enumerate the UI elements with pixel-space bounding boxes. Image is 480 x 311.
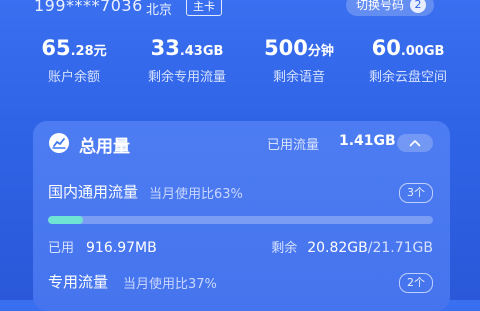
balance-stats: 65.28元 账户余额 33.43GB 剩余专用流量 500分钟 剩余语音 60… — [0, 36, 480, 100]
domestic-remain-value: 20.82GB — [307, 240, 368, 256]
dedicated-data-ratio: 当月使用比37% — [123, 277, 217, 292]
stat-label: 剩余云盘空间 — [368, 70, 447, 85]
stat-label: 剩余专用流量 — [147, 70, 226, 85]
domestic-data-title: 国内通用流量 — [48, 183, 139, 201]
switch-number-label: 切换号码 — [356, 0, 405, 12]
domestic-data-progress-fill — [48, 216, 83, 224]
domestic-total-value: /21.71GB — [367, 240, 433, 256]
collapse-button[interactable] — [397, 134, 433, 152]
domestic-used-value: 916.97MB — [86, 240, 157, 256]
usage-card: 总用量 已用流量 1.41GB 国内通用流量 当月使用比63% 3个 已用 916… — [33, 121, 450, 311]
stat-label: 剩余语音 — [272, 70, 325, 85]
domestic-remain-label: 剩余 — [271, 241, 298, 256]
stat-dedicated-data[interactable]: 33.43GB 剩余专用流量 — [132, 36, 242, 85]
chevron-up-icon — [409, 140, 421, 147]
stat-label: 账户余额 — [47, 70, 100, 85]
cloud-chart-icon — [49, 133, 69, 153]
domestic-used-row: 已用 916.97MB — [48, 237, 157, 256]
domestic-data-ratio: 当月使用比63% — [149, 187, 243, 202]
region-label: 北京 — [146, 3, 173, 18]
switch-number-button[interactable]: 切换号码 2 — [346, 0, 435, 16]
used-data-label: 已用流量 — [267, 138, 320, 153]
domestic-remain-row: 剩余 20.82GB/21.71GB — [271, 237, 433, 256]
used-data-value: 1.41GB — [339, 133, 396, 149]
stat-value: 33.43GB — [150, 36, 224, 60]
domestic-used-label: 已用 — [48, 241, 75, 256]
stat-value: 60.00GB — [371, 36, 445, 60]
domestic-data-progress — [48, 216, 433, 224]
phone-number: 199****7036 — [34, 0, 143, 15]
stat-account-balance[interactable]: 65.28元 账户余额 — [32, 36, 116, 85]
domestic-package-count[interactable]: 3个 — [399, 183, 433, 203]
account-header: 199****7036 北京 主卡 切换号码 2 — [0, 0, 480, 30]
stat-cloud-storage[interactable]: 60.00GB 剩余云盘空间 — [352, 36, 464, 85]
primary-card-badge: 主卡 — [186, 0, 222, 16]
switch-number-count: 2 — [410, 0, 427, 13]
dedicated-package-count[interactable]: 2个 — [399, 273, 433, 293]
stat-voice-minutes[interactable]: 500分钟 剩余语音 — [254, 36, 344, 85]
dedicated-data-title: 专用流量 — [48, 273, 109, 291]
total-usage-title: 总用量 — [79, 137, 130, 157]
stat-value: 500分钟 — [264, 36, 334, 60]
usage-card-header: 总用量 已用流量 1.41GB — [33, 121, 450, 163]
stat-value: 65.28元 — [41, 36, 107, 60]
